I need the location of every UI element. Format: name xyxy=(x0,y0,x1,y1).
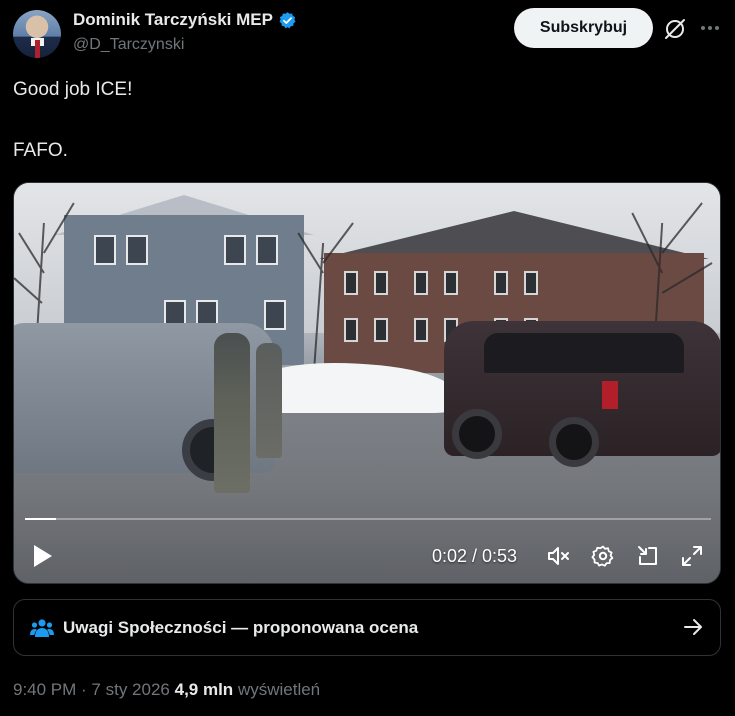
video-time: 0:02 / 0:53 xyxy=(432,546,518,566)
video-frame-suv xyxy=(444,321,720,467)
tweet-meta: 9:40 PM · 7 sty 2026 4,9 mln wyświetleń xyxy=(13,680,320,700)
author-name-row[interactable]: Dominik Tarczyński MEP xyxy=(73,10,297,30)
video-progress-fill xyxy=(25,518,56,520)
avatar[interactable] xyxy=(13,10,61,58)
tweet-line: FAFO. xyxy=(13,140,68,161)
people-icon xyxy=(30,619,54,637)
video-controls: 0:02 / 0:53 xyxy=(14,538,720,578)
fullscreen-icon[interactable] xyxy=(680,544,704,568)
more-icon[interactable] xyxy=(698,16,722,40)
verified-badge-icon xyxy=(279,11,296,28)
dock-icon[interactable] xyxy=(636,544,660,568)
subscribe-button[interactable]: Subskrybuj xyxy=(514,8,653,48)
video-frame-person xyxy=(256,343,282,458)
grok-icon[interactable] xyxy=(662,16,688,42)
arrow-right-icon[interactable] xyxy=(682,616,704,638)
tweet-time[interactable]: 9:40 PM xyxy=(13,680,76,699)
play-icon[interactable] xyxy=(30,543,54,569)
tweet-line: Good job ICE! xyxy=(13,79,133,100)
views-label: wyświetleń xyxy=(237,680,321,699)
tweet-date[interactable]: 7 sty 2026 xyxy=(91,680,169,699)
video-frame-person xyxy=(214,333,250,493)
views-count: 4,9 mln xyxy=(174,680,234,699)
video-player[interactable]: 0:02 / 0:53 xyxy=(13,182,721,584)
video-progress-bar[interactable] xyxy=(25,518,711,520)
mute-icon[interactable] xyxy=(546,544,570,568)
author-name[interactable]: Dominik Tarczyński MEP xyxy=(73,10,273,30)
community-notes-banner[interactable]: Uwagi Społeczności — proponowana ocena xyxy=(13,599,721,656)
settings-icon[interactable] xyxy=(591,544,615,568)
author-handle[interactable]: @D_Tarczynski xyxy=(73,36,184,54)
tweet-header: Dominik Tarczyński MEP @D_Tarczynski Sub… xyxy=(0,0,735,68)
meta-separator: · xyxy=(76,680,92,699)
community-notes-label[interactable]: Uwagi Społeczności — proponowana ocena xyxy=(63,618,418,638)
